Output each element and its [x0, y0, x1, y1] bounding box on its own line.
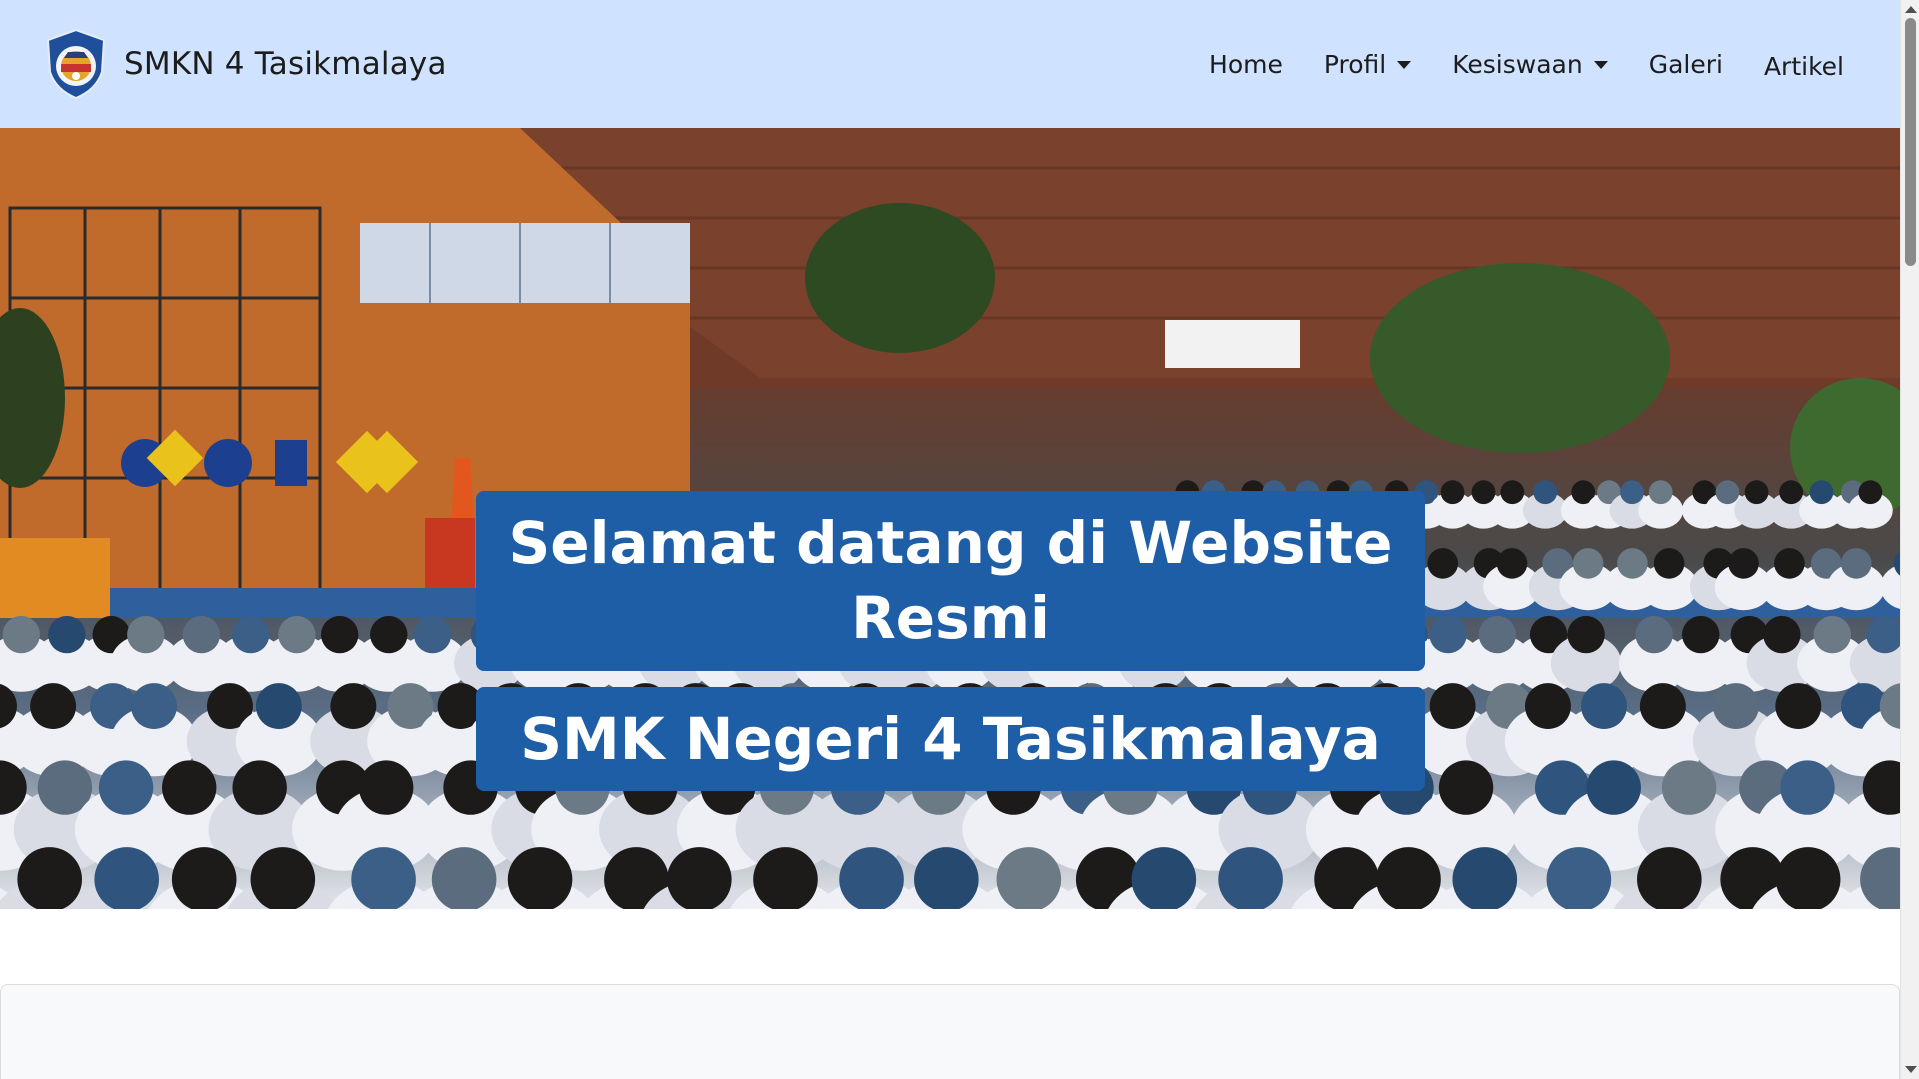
caret-down-icon [1593, 61, 1608, 69]
content-card [0, 984, 1900, 1079]
brand-link[interactable]: SMKN 4 Tasikmalaya [44, 28, 447, 100]
brand-name: SMKN 4 Tasikmalaya [124, 46, 447, 82]
navbar: SMKN 4 Tasikmalaya Home Profil Kesiswaan… [0, 0, 1900, 128]
nav-home[interactable]: Home [1209, 50, 1283, 79]
hero-section: Selamat datang di Website Resmi SMK Nege… [0, 128, 1900, 909]
page-scrollbar[interactable] [1900, 0, 1919, 1079]
scroll-down-arrow-icon[interactable] [1905, 1066, 1917, 1073]
nav-kesiswaan-dropdown[interactable]: Kesiswaan [1452, 49, 1608, 79]
nav-profil-label: Profil [1323, 49, 1387, 79]
school-crest-icon [46, 28, 106, 100]
caret-down-icon [1397, 61, 1412, 69]
nav-galeri-label: Galeri [1648, 49, 1723, 79]
main-nav: Home Profil Kesiswaan Galeri Artikel [1168, 0, 1844, 128]
nav-artikel-label: Artikel [1763, 51, 1844, 81]
nav-galeri[interactable]: Galeri [1649, 50, 1723, 79]
nav-profil-dropdown[interactable]: Profil [1323, 49, 1412, 79]
nav-kesiswaan-label: Kesiswaan [1452, 49, 1583, 79]
nav-artikel[interactable]: Artikel [1764, 52, 1844, 81]
scrollbar-thumb[interactable] [1905, 18, 1916, 266]
hero-subtitle: SMK Negeri 4 Tasikmalaya [476, 687, 1425, 791]
scroll-up-arrow-icon[interactable] [1905, 6, 1917, 13]
hero-title: Selamat datang di Website Resmi [476, 491, 1425, 671]
nav-home-label: Home [1209, 49, 1283, 79]
